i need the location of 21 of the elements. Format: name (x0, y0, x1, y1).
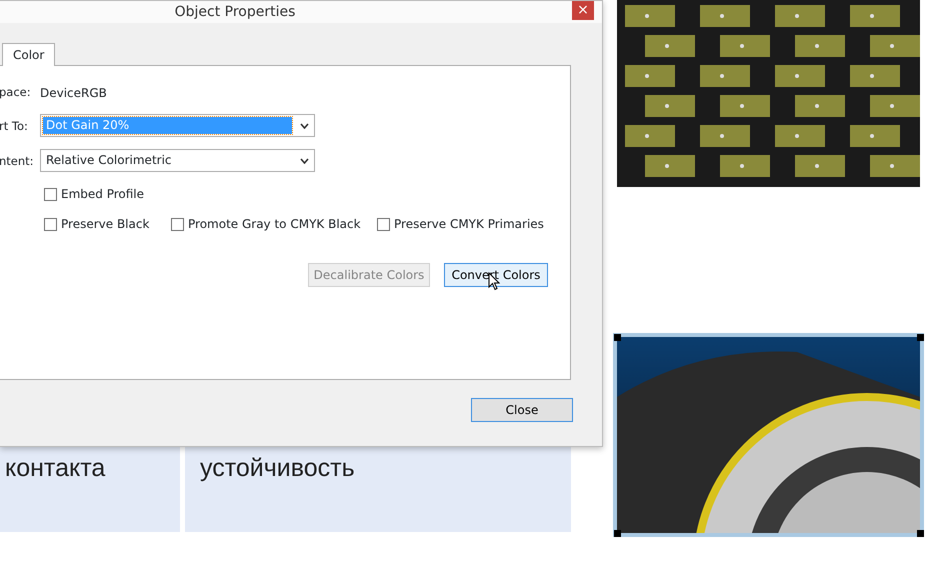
dropdown[interactable]: Relative Colorimetric (40, 149, 315, 172)
window-title: Object Properties (174, 3, 296, 22)
checkbox[interactable]: Promote Gray to CMYK Black (171, 215, 361, 233)
panel-heading: контакта (5, 453, 106, 484)
field-label: rt To: (0, 118, 28, 135)
panel-heading: устойчивость (200, 453, 355, 484)
checkbox[interactable]: Embed Profile (44, 185, 144, 203)
checkbox[interactable]: Preserve Black (44, 215, 150, 233)
selection-handle[interactable] (917, 530, 924, 537)
tab[interactable]: Color (2, 43, 56, 66)
field-label: ntent: (0, 153, 34, 170)
chevron-down-icon (300, 123, 309, 129)
close-button[interactable]: Close (471, 398, 573, 422)
selection-handle[interactable] (614, 334, 621, 341)
field-label: pace: (0, 84, 31, 101)
close-button[interactable]: × (572, 1, 594, 20)
field-value: DeviceRGB (40, 85, 107, 102)
checkbox[interactable]: Preserve CMYK Primaries (377, 215, 544, 233)
chevron-down-icon (300, 158, 309, 164)
selection-handle[interactable] (917, 334, 924, 341)
selection-handle[interactable] (614, 530, 621, 537)
